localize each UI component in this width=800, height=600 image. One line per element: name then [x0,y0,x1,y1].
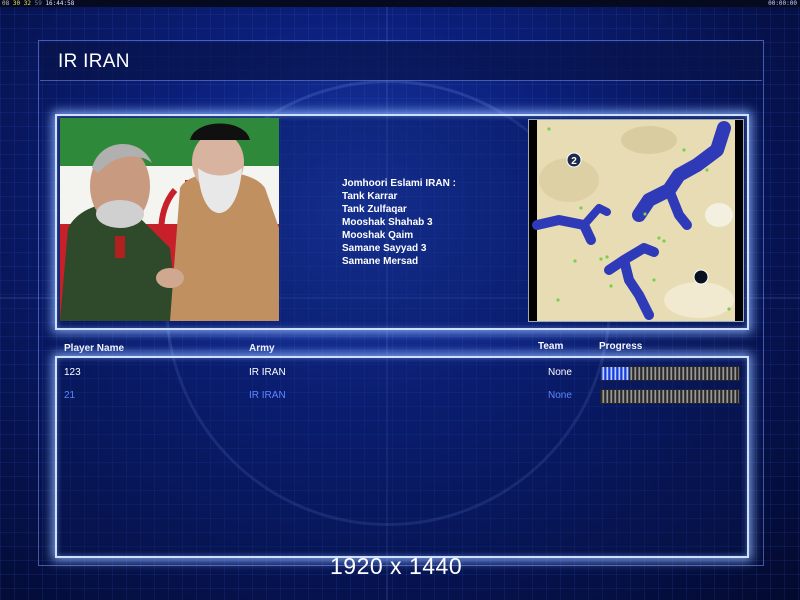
unit-item: Samane Mersad [342,256,419,267]
army-unit-list: Jomhoori Eslami IRAN : Tank Karrar Tank … [342,177,456,268]
player-army: IR IRAN [249,390,286,401]
debug-value: 32 [23,0,31,7]
players-panel [55,356,749,558]
map-preview[interactable]: 2 [528,119,744,322]
debug-info-bar: 08 30 32 59 16:44:58 00:00:00 [0,0,800,7]
resolution-label: 1920 x 1440 [330,553,463,579]
faction-header: Jomhoori Eslami IRAN : [342,178,456,189]
column-header-player-name: Player Name [64,343,125,354]
player-progress-bar [600,389,740,404]
column-header-army: Army [249,343,275,354]
debug-value: 59 [34,0,42,7]
column-header-team: Team [538,341,564,352]
player-army: IR IRAN [249,367,286,378]
unit-item: Mooshak Shahab 3 [342,217,433,228]
debug-value: 30 [12,0,21,7]
unit-item: Tank Zulfaqar [342,204,407,215]
player-name: 21 [64,390,76,401]
debug-game-time: 00:00:00 [768,0,797,7]
player-team: None [548,390,572,401]
start-position-label: 2 [571,156,577,167]
unit-item: Tank Karrar [342,191,398,202]
column-header-progress: Progress [599,341,643,352]
player-team: None [548,367,572,378]
debug-value: 08 [2,0,10,7]
page-title: IR IRAN [58,51,130,72]
unit-item: Mooshak Qaim [342,230,414,241]
player-row: 123 IR IRAN None [0,366,800,383]
debug-clock: 16:44:58 [45,0,75,7]
player-name: 123 [64,367,81,378]
unit-item: Samane Sayyad 3 [342,243,427,254]
player-row: 21 IR IRAN None [0,389,800,406]
player-progress-bar [600,366,740,381]
faction-portrait-image [60,118,279,321]
title-bar [40,42,762,81]
